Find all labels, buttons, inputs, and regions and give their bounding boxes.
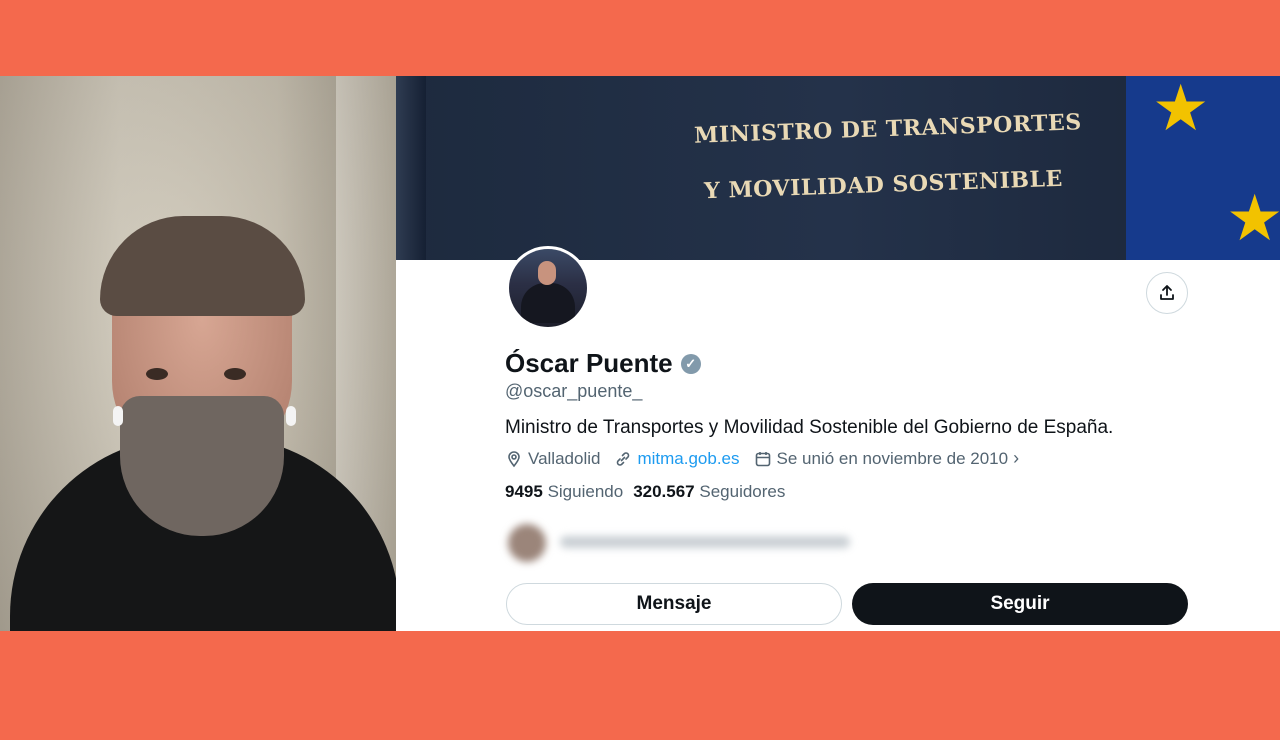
star-icon: ★ bbox=[1226, 182, 1280, 254]
following-stat[interactable]: 9495 Siguiendo bbox=[505, 482, 623, 502]
followers-label: Seguidores bbox=[699, 482, 786, 501]
profile-bio: Ministro de Transportes y Movilidad Sost… bbox=[505, 417, 1114, 438]
location-text: Valladolid bbox=[528, 448, 601, 468]
star-icon: ★ bbox=[1152, 76, 1210, 144]
profile-banner: MINISTRO DE TRANSPORTES Y MOVILIDAD SOST… bbox=[396, 76, 1280, 260]
followers-count: 320.567 bbox=[633, 482, 695, 501]
webcam-video bbox=[0, 76, 396, 631]
profile-meta: Valladolid mitma.gob.es Se unió en novie… bbox=[505, 448, 1019, 469]
profile-name: Óscar Puente bbox=[505, 348, 673, 378]
following-label: Siguiendo bbox=[547, 482, 624, 501]
joined-text: Se unió en noviembre de 2010 bbox=[776, 448, 1009, 468]
avatar[interactable] bbox=[506, 246, 590, 330]
message-button[interactable]: Mensaje bbox=[506, 583, 842, 625]
eu-flag: ★ ★ bbox=[1126, 76, 1280, 260]
share-icon bbox=[1160, 285, 1174, 300]
followers-stat[interactable]: 320.567 Seguidores bbox=[633, 482, 785, 502]
website-item[interactable]: mitma.gob.es bbox=[614, 449, 740, 469]
share-button[interactable] bbox=[1146, 272, 1188, 314]
location-pin-icon bbox=[508, 450, 520, 467]
verified-badge-icon: ✓ bbox=[680, 353, 701, 374]
calendar-icon bbox=[755, 451, 770, 466]
link-icon bbox=[617, 451, 630, 466]
twitter-profile-screenshot: MINISTRO DE TRANSPORTES Y MOVILIDAD SOST… bbox=[396, 76, 1280, 631]
profile-handle: @oscar_puente_ bbox=[505, 381, 643, 401]
following-count: 9495 bbox=[505, 482, 543, 501]
earbud-icon bbox=[286, 406, 296, 426]
follow-stats: 9495 Siguiendo 320.567 Seguidores bbox=[505, 482, 785, 502]
blurred-followers-row bbox=[504, 522, 864, 562]
joined-item: Se unió en noviembre de 2010 › bbox=[754, 448, 1020, 469]
earbud-icon bbox=[113, 406, 123, 426]
location-item: Valladolid bbox=[505, 449, 600, 469]
profile-name-row: Óscar Puente ✓ bbox=[505, 348, 701, 379]
website-link[interactable]: mitma.gob.es bbox=[637, 449, 739, 469]
follow-button[interactable]: Seguir bbox=[852, 583, 1188, 625]
banner-text-line2: Y MOVILIDAD SOSTENIBLE bbox=[703, 165, 1064, 205]
video-frame: MINISTRO DE TRANSPORTES Y MOVILIDAD SOST… bbox=[0, 76, 1280, 631]
banner-text-line1: MINISTRO DE TRANSPORTES bbox=[693, 109, 1083, 149]
chevron-right-icon: › bbox=[1013, 448, 1020, 468]
